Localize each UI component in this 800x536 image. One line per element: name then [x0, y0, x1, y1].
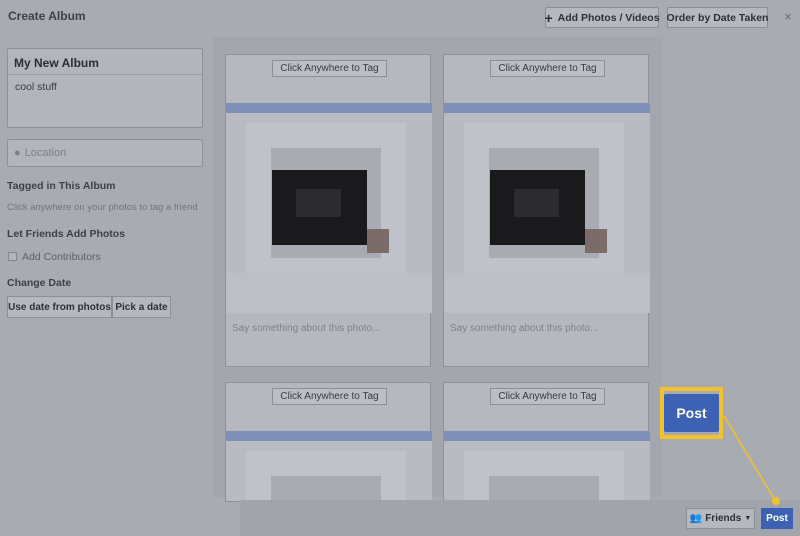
plus-icon: +: [544, 9, 553, 26]
photo-card[interactable]: Click Anywhere to Tag Say something abou…: [225, 54, 432, 367]
album-description-field[interactable]: cool stuff: [8, 75, 202, 99]
close-icon[interactable]: ×: [784, 9, 792, 24]
friends-add-heading: Let Friends Add Photos: [7, 228, 126, 240]
location-pin-icon: ●: [14, 147, 21, 159]
add-photos-button[interactable]: + Add Photos / Videos: [544, 7, 660, 28]
add-contributors-checkbox[interactable]: [8, 252, 17, 261]
location-field[interactable]: ● Location: [7, 139, 203, 167]
audience-selector[interactable]: 👥 Friends ▼: [686, 508, 755, 529]
photo-card[interactable]: Click Anywhere to Tag Say something abou…: [443, 54, 650, 367]
post-callout-label: Post: [664, 394, 719, 432]
photo-image[interactable]: [444, 431, 650, 501]
tag-button[interactable]: Click Anywhere to Tag: [490, 388, 605, 405]
tag-button[interactable]: Click Anywhere to Tag: [272, 60, 387, 77]
photo-image[interactable]: [226, 431, 432, 501]
add-contributors-label: Add Contributors: [22, 251, 101, 263]
tagged-heading: Tagged in This Album: [7, 180, 116, 192]
callout-dot: [772, 497, 780, 505]
album-name-field[interactable]: My New Album: [8, 49, 202, 75]
photo-image[interactable]: [226, 103, 432, 313]
pick-a-date-button[interactable]: Pick a date: [112, 296, 171, 318]
chevron-down-icon: ▼: [744, 515, 752, 522]
post-callout: Post: [660, 387, 723, 439]
photo-caption-field[interactable]: Say something about this photo...: [232, 323, 380, 334]
dialog-title: Create Album: [8, 9, 86, 23]
post-button[interactable]: Post: [761, 508, 793, 529]
photo-caption-field[interactable]: Say something about this photo...: [450, 323, 598, 334]
use-date-from-photos-button[interactable]: Use date from photos: [7, 296, 112, 318]
tag-button[interactable]: Click Anywhere to Tag: [272, 388, 387, 405]
order-by-date-button[interactable]: Order by Date Taken: [667, 7, 768, 28]
friends-icon: 👥: [689, 513, 703, 524]
change-date-heading: Change Date: [7, 277, 72, 289]
create-album-dialog: Create Album × + Add Photos / Videos Ord…: [0, 0, 800, 536]
photo-card[interactable]: Click Anywhere to Tag: [443, 382, 650, 502]
album-info-box[interactable]: My New Album cool stuff: [7, 48, 203, 128]
tag-button[interactable]: Click Anywhere to Tag: [490, 60, 605, 77]
photo-grid: Click Anywhere to Tag Say something abou…: [213, 37, 663, 502]
photo-card[interactable]: Click Anywhere to Tag: [225, 382, 432, 502]
photo-image[interactable]: [444, 103, 650, 313]
tagged-hint: Click anywhere on your photos to tag a f…: [7, 202, 198, 213]
